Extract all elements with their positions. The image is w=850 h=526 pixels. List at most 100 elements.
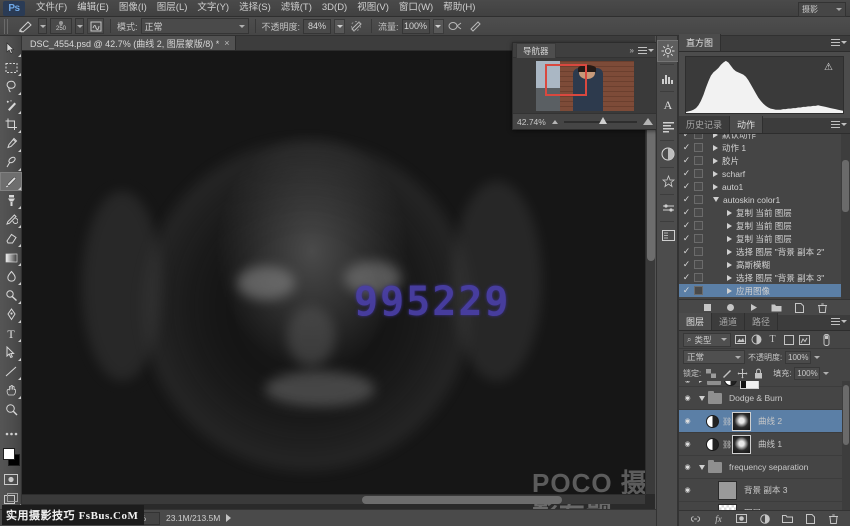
- action-toggle-checkbox[interactable]: ✓: [681, 207, 692, 218]
- play-icon[interactable]: [748, 302, 759, 313]
- flow-stepper[interactable]: [433, 19, 444, 34]
- menu-item-1[interactable]: 编辑(E): [72, 0, 114, 16]
- filter-smart-object-icon[interactable]: [798, 333, 811, 346]
- action-toggle-checkbox[interactable]: ✓: [681, 134, 692, 140]
- tool-eyedropper[interactable]: [0, 134, 22, 153]
- tool-crop[interactable]: [0, 115, 22, 134]
- edit-toolbar-button[interactable]: [0, 424, 22, 443]
- tab-histogram[interactable]: 直方图: [679, 34, 721, 51]
- filter-toggle-switch[interactable]: [820, 333, 833, 346]
- action-toggle-checkbox[interactable]: ✓: [681, 298, 692, 299]
- tab-layers[interactable]: 图层: [679, 313, 712, 330]
- workspace-selector[interactable]: 摄影: [798, 2, 846, 17]
- navigator-view-rectangle[interactable]: [545, 64, 587, 96]
- layer-visibility-eye-icon[interactable]: ◉: [681, 417, 694, 425]
- tab-actions[interactable]: 动作: [730, 116, 763, 133]
- action-toggle-checkbox[interactable]: ✓: [681, 194, 692, 205]
- add-layer-mask-icon[interactable]: [736, 513, 747, 524]
- tool-history-brush[interactable]: [0, 210, 22, 229]
- layers-scrollbar[interactable]: [842, 381, 850, 510]
- action-row[interactable]: ✓默认动作: [679, 134, 850, 141]
- pressure-size-toggle[interactable]: [467, 18, 484, 34]
- layer-opacity-input[interactable]: 100%: [785, 351, 811, 364]
- layer-row[interactable]: ◉frequency separation: [679, 456, 850, 479]
- layer-filter-type-select[interactable]: ⌕ 类型: [683, 333, 731, 347]
- action-toggle-checkbox[interactable]: ✓: [681, 155, 692, 166]
- menu-item-3[interactable]: 图层(L): [152, 0, 193, 16]
- chevron-right-icon[interactable]: [713, 184, 718, 190]
- action-row[interactable]: ✓胶片: [679, 154, 850, 167]
- action-toggle-checkbox[interactable]: ✓: [681, 233, 692, 244]
- actions-scrollbar[interactable]: [841, 134, 850, 299]
- action-row[interactable]: ✓auto1: [679, 180, 850, 193]
- navigator-panel-menu[interactable]: [638, 47, 654, 54]
- layer-visibility-eye-icon[interactable]: ◉: [681, 394, 694, 402]
- link-layers-icon[interactable]: [690, 513, 701, 524]
- properties-panel-icon[interactable]: [657, 197, 679, 219]
- delete-trash-icon[interactable]: [817, 302, 828, 313]
- scrollbar-thumb[interactable]: [362, 496, 562, 504]
- tool-lasso[interactable]: [0, 77, 22, 96]
- action-dialog-toggle[interactable]: [694, 260, 703, 269]
- tool-marquee[interactable]: [0, 58, 22, 77]
- action-toggle-checkbox[interactable]: ✓: [681, 246, 692, 257]
- actions-list[interactable]: ✓默认动作✓动作 1✓胶片✓scharf✓auto1✓autoskin colo…: [679, 134, 850, 299]
- tool-type[interactable]: T: [0, 324, 22, 343]
- layer-mask-thumbnail[interactable]: [732, 412, 751, 431]
- menu-item-0[interactable]: 文件(F): [31, 0, 72, 16]
- scrollbar-thumb[interactable]: [843, 385, 849, 445]
- tool-hand[interactable]: [0, 381, 22, 400]
- filter-pixel-icon[interactable]: [734, 333, 747, 346]
- chevron-right-icon[interactable]: [713, 171, 718, 177]
- tool-dodge[interactable]: [0, 286, 22, 305]
- action-toggle-checkbox[interactable]: ✓: [681, 272, 692, 283]
- blend-mode-select[interactable]: 正常: [141, 18, 249, 34]
- menu-item-6[interactable]: 滤镜(T): [276, 0, 317, 16]
- action-row[interactable]: ✓动作 1: [679, 141, 850, 154]
- layer-visibility-eye-icon[interactable]: ◉: [681, 463, 694, 471]
- layer-visibility-eye-icon[interactable]: ◉: [681, 486, 694, 494]
- chevron-right-icon[interactable]: [727, 210, 732, 216]
- brush-size-dropdown[interactable]: [75, 18, 84, 34]
- layer-row[interactable]: ◉图层 1: [679, 502, 850, 510]
- filter-shape-icon[interactable]: [782, 333, 795, 346]
- brush-preset-dropdown[interactable]: [38, 18, 47, 34]
- document-tab[interactable]: DSC_4554.psd @ 42.7% (曲线 2, 图层蒙版/8) * ×: [22, 36, 236, 50]
- action-toggle-checkbox[interactable]: ✓: [681, 220, 692, 231]
- histogram-panel-icon[interactable]: [657, 67, 679, 89]
- color-swatches[interactable]: [0, 446, 22, 470]
- chevron-right-icon[interactable]: [727, 223, 732, 229]
- menu-item-4[interactable]: 文字(Y): [192, 0, 234, 16]
- options-bar-grip[interactable]: [4, 19, 10, 34]
- zoom-out-icon[interactable]: [552, 120, 558, 124]
- brush-size-indicator[interactable]: 250: [50, 18, 72, 34]
- chevron-right-icon[interactable]: [727, 262, 732, 268]
- layer-fill-input[interactable]: 100%: [794, 367, 820, 380]
- action-row[interactable]: ✓复制 当前 图层: [679, 206, 850, 219]
- tab-history[interactable]: 历史记录: [679, 116, 730, 133]
- new-action-icon[interactable]: [794, 302, 805, 313]
- chevron-right-icon[interactable]: [727, 275, 732, 281]
- chevron-right-icon[interactable]: [727, 236, 732, 242]
- action-row[interactable]: ✓复制 当前 图层: [679, 219, 850, 232]
- layer-mask-thumbnail[interactable]: [740, 381, 759, 389]
- chevron-down-icon[interactable]: [699, 465, 705, 470]
- tool-brush[interactable]: [0, 172, 22, 191]
- menu-item-2[interactable]: 图像(I): [114, 0, 152, 16]
- new-layer-icon[interactable]: [805, 513, 816, 524]
- collapse-icon[interactable]: »: [630, 46, 634, 55]
- tool-pen[interactable]: [0, 305, 22, 324]
- opacity-stepper[interactable]: [334, 19, 345, 34]
- chevron-right-icon[interactable]: [713, 145, 718, 151]
- tool-healing-brush[interactable]: [0, 153, 22, 172]
- canvas-horizontal-scrollbar[interactable]: [22, 494, 645, 504]
- layer-row[interactable]: ◉⛓曲线 2: [679, 410, 850, 433]
- layer-list[interactable]: ◉◉Dodge & Burn◉⛓曲线 2◉⛓曲线 1◉frequency sep…: [679, 381, 850, 510]
- action-dialog-toggle[interactable]: [694, 221, 703, 230]
- action-dialog-toggle[interactable]: [694, 134, 703, 139]
- scrollbar-thumb[interactable]: [842, 160, 849, 212]
- filter-type-icon[interactable]: T: [766, 333, 779, 346]
- lock-all-icon[interactable]: [752, 367, 765, 380]
- action-dialog-toggle[interactable]: [694, 234, 703, 243]
- record-icon[interactable]: [725, 302, 736, 313]
